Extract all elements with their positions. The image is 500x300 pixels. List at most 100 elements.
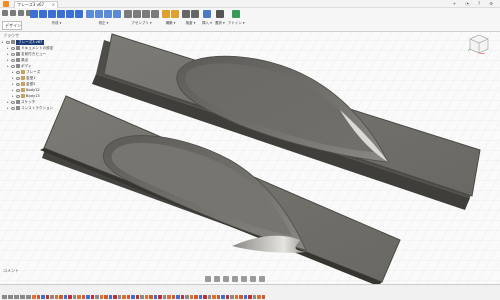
timeline-feature-icon[interactable] <box>108 294 112 299</box>
timeline-feature-icon[interactable] <box>248 294 252 299</box>
timeline-feature-icon[interactable] <box>113 294 117 299</box>
timeline-feature-icon[interactable] <box>140 294 144 299</box>
visibility-eye-icon[interactable] <box>11 106 15 110</box>
tool-icon[interactable] <box>142 10 150 18</box>
tool-icon[interactable] <box>162 10 170 18</box>
tool-icon[interactable] <box>191 10 199 18</box>
timeline-feature-icon[interactable] <box>144 294 148 299</box>
timeline-prev-icon[interactable] <box>8 294 13 299</box>
tool-icon[interactable] <box>171 10 179 18</box>
timeline-feature-icon[interactable] <box>99 294 103 299</box>
timeline-feature-icon[interactable] <box>54 294 58 299</box>
tool-icon[interactable] <box>86 10 94 18</box>
timeline-feature-icon[interactable] <box>59 294 63 299</box>
zoom-icon[interactable] <box>223 276 229 282</box>
visibility-eye-icon[interactable] <box>16 76 20 80</box>
timeline-feature-icon[interactable] <box>234 294 238 299</box>
timeline-feature-icon[interactable] <box>86 294 90 299</box>
timeline-feature-icon[interactable] <box>131 294 135 299</box>
timeline-feature-icon[interactable] <box>95 294 99 299</box>
orbit-icon[interactable] <box>205 276 211 282</box>
grid-settings-icon[interactable] <box>250 276 256 282</box>
timeline-feature-icon[interactable] <box>45 294 49 299</box>
tool-icon[interactable] <box>95 10 103 18</box>
workspace-switcher[interactable]: デザイン ▾ <box>2 21 22 35</box>
visibility-eye-icon[interactable] <box>11 52 15 56</box>
timeline-feature-icon[interactable] <box>239 294 243 299</box>
tool-icon[interactable] <box>113 10 121 18</box>
timeline-feature-icon[interactable] <box>90 294 94 299</box>
tool-icon[interactable] <box>151 10 159 18</box>
tool-icon[interactable] <box>133 10 141 18</box>
timeline-feature-icon[interactable] <box>212 294 216 299</box>
visibility-eye-icon[interactable] <box>11 64 15 68</box>
timeline-feature-icon[interactable] <box>162 294 166 299</box>
tool-icon[interactable] <box>39 10 47 18</box>
timeline-start-icon[interactable] <box>2 294 7 299</box>
visibility-eye-icon[interactable] <box>16 70 20 74</box>
timeline-feature-icon[interactable] <box>207 294 211 299</box>
tool-group-label[interactable]: 検査 ▾ <box>186 21 196 26</box>
timeline-feature-icon[interactable] <box>221 294 225 299</box>
timeline-feature-icon[interactable] <box>68 294 72 299</box>
tool-icon[interactable] <box>124 10 132 18</box>
visibility-eye-icon[interactable] <box>6 40 10 44</box>
timeline-feature-icon[interactable] <box>230 294 234 299</box>
timeline-feature-icon[interactable] <box>167 294 171 299</box>
timeline-feature-icon[interactable] <box>77 294 81 299</box>
fusion-logo-icon[interactable] <box>3 1 9 7</box>
tool-group-label[interactable]: 挿入 ▾ <box>202 21 212 26</box>
timeline-feature-icon[interactable] <box>194 294 198 299</box>
undo-icon[interactable] <box>18 10 24 16</box>
tool-icon[interactable] <box>75 10 83 18</box>
timeline-feature-icon[interactable] <box>50 294 54 299</box>
comments-label[interactable]: コメント <box>3 268 19 274</box>
timeline-feature-icon[interactable] <box>122 294 126 299</box>
visibility-eye-icon[interactable] <box>16 82 20 86</box>
tool-icon[interactable] <box>104 10 112 18</box>
timeline-feature-icon[interactable] <box>126 294 130 299</box>
timeline-feature-icon[interactable] <box>243 294 247 299</box>
tool-group-label[interactable]: 構築 ▾ <box>166 21 176 26</box>
fit-icon[interactable] <box>232 276 238 282</box>
tool-icon[interactable] <box>48 10 56 18</box>
timeline-feature-icon[interactable] <box>189 294 193 299</box>
tool-icon[interactable] <box>202 10 211 18</box>
timeline-feature-icon[interactable] <box>117 294 121 299</box>
visibility-eye-icon[interactable] <box>16 94 20 98</box>
timeline-feature-icon[interactable] <box>198 294 202 299</box>
timeline-feature-icon[interactable] <box>261 294 265 299</box>
pan-icon[interactable] <box>214 276 220 282</box>
save-icon[interactable] <box>10 10 16 16</box>
tool-icon[interactable] <box>215 10 224 18</box>
timeline-feature-icon[interactable] <box>32 294 36 299</box>
display-settings-icon[interactable] <box>241 276 247 282</box>
view-cube[interactable] <box>468 33 490 55</box>
visibility-eye-icon[interactable] <box>16 88 20 92</box>
timeline-feature-icon[interactable] <box>203 294 207 299</box>
timeline-play-icon[interactable] <box>14 294 19 299</box>
timeline-feature-icon[interactable] <box>180 294 184 299</box>
timeline-feature-icon[interactable] <box>216 294 220 299</box>
tool-group-label[interactable]: 作成 ▾ <box>52 21 62 26</box>
timeline-feature-icon[interactable] <box>135 294 139 299</box>
window-controls[interactable]: + ◔ ? ⚙ <box>453 1 497 6</box>
timeline-feature-icon[interactable] <box>185 294 189 299</box>
tool-group-label[interactable]: 修正 ▾ <box>99 21 109 26</box>
browser-tree-item[interactable]: ▸ コンストラクション <box>0 105 88 111</box>
timeline-feature-icon[interactable] <box>81 294 85 299</box>
tool-icon[interactable] <box>30 10 38 18</box>
timeline-feature-icon[interactable] <box>104 294 108 299</box>
timeline-feature-icon[interactable] <box>72 294 76 299</box>
tool-group-label[interactable]: アドイン ▾ <box>228 21 245 26</box>
tool-group-label[interactable]: アセンブリ ▾ <box>131 21 151 26</box>
tool-group-label[interactable]: 選択 ▾ <box>215 21 225 26</box>
tool-icon[interactable] <box>182 10 190 18</box>
timeline-feature-icon[interactable] <box>176 294 180 299</box>
timeline-feature-icon[interactable] <box>63 294 67 299</box>
timeline-feature-icon[interactable] <box>36 294 40 299</box>
document-tab[interactable]: フレーズ3 v67 × <box>14 1 58 8</box>
timeline-next-icon[interactable] <box>20 294 25 299</box>
timeline-feature-icon[interactable] <box>158 294 162 299</box>
timeline-end-icon[interactable] <box>26 294 31 299</box>
